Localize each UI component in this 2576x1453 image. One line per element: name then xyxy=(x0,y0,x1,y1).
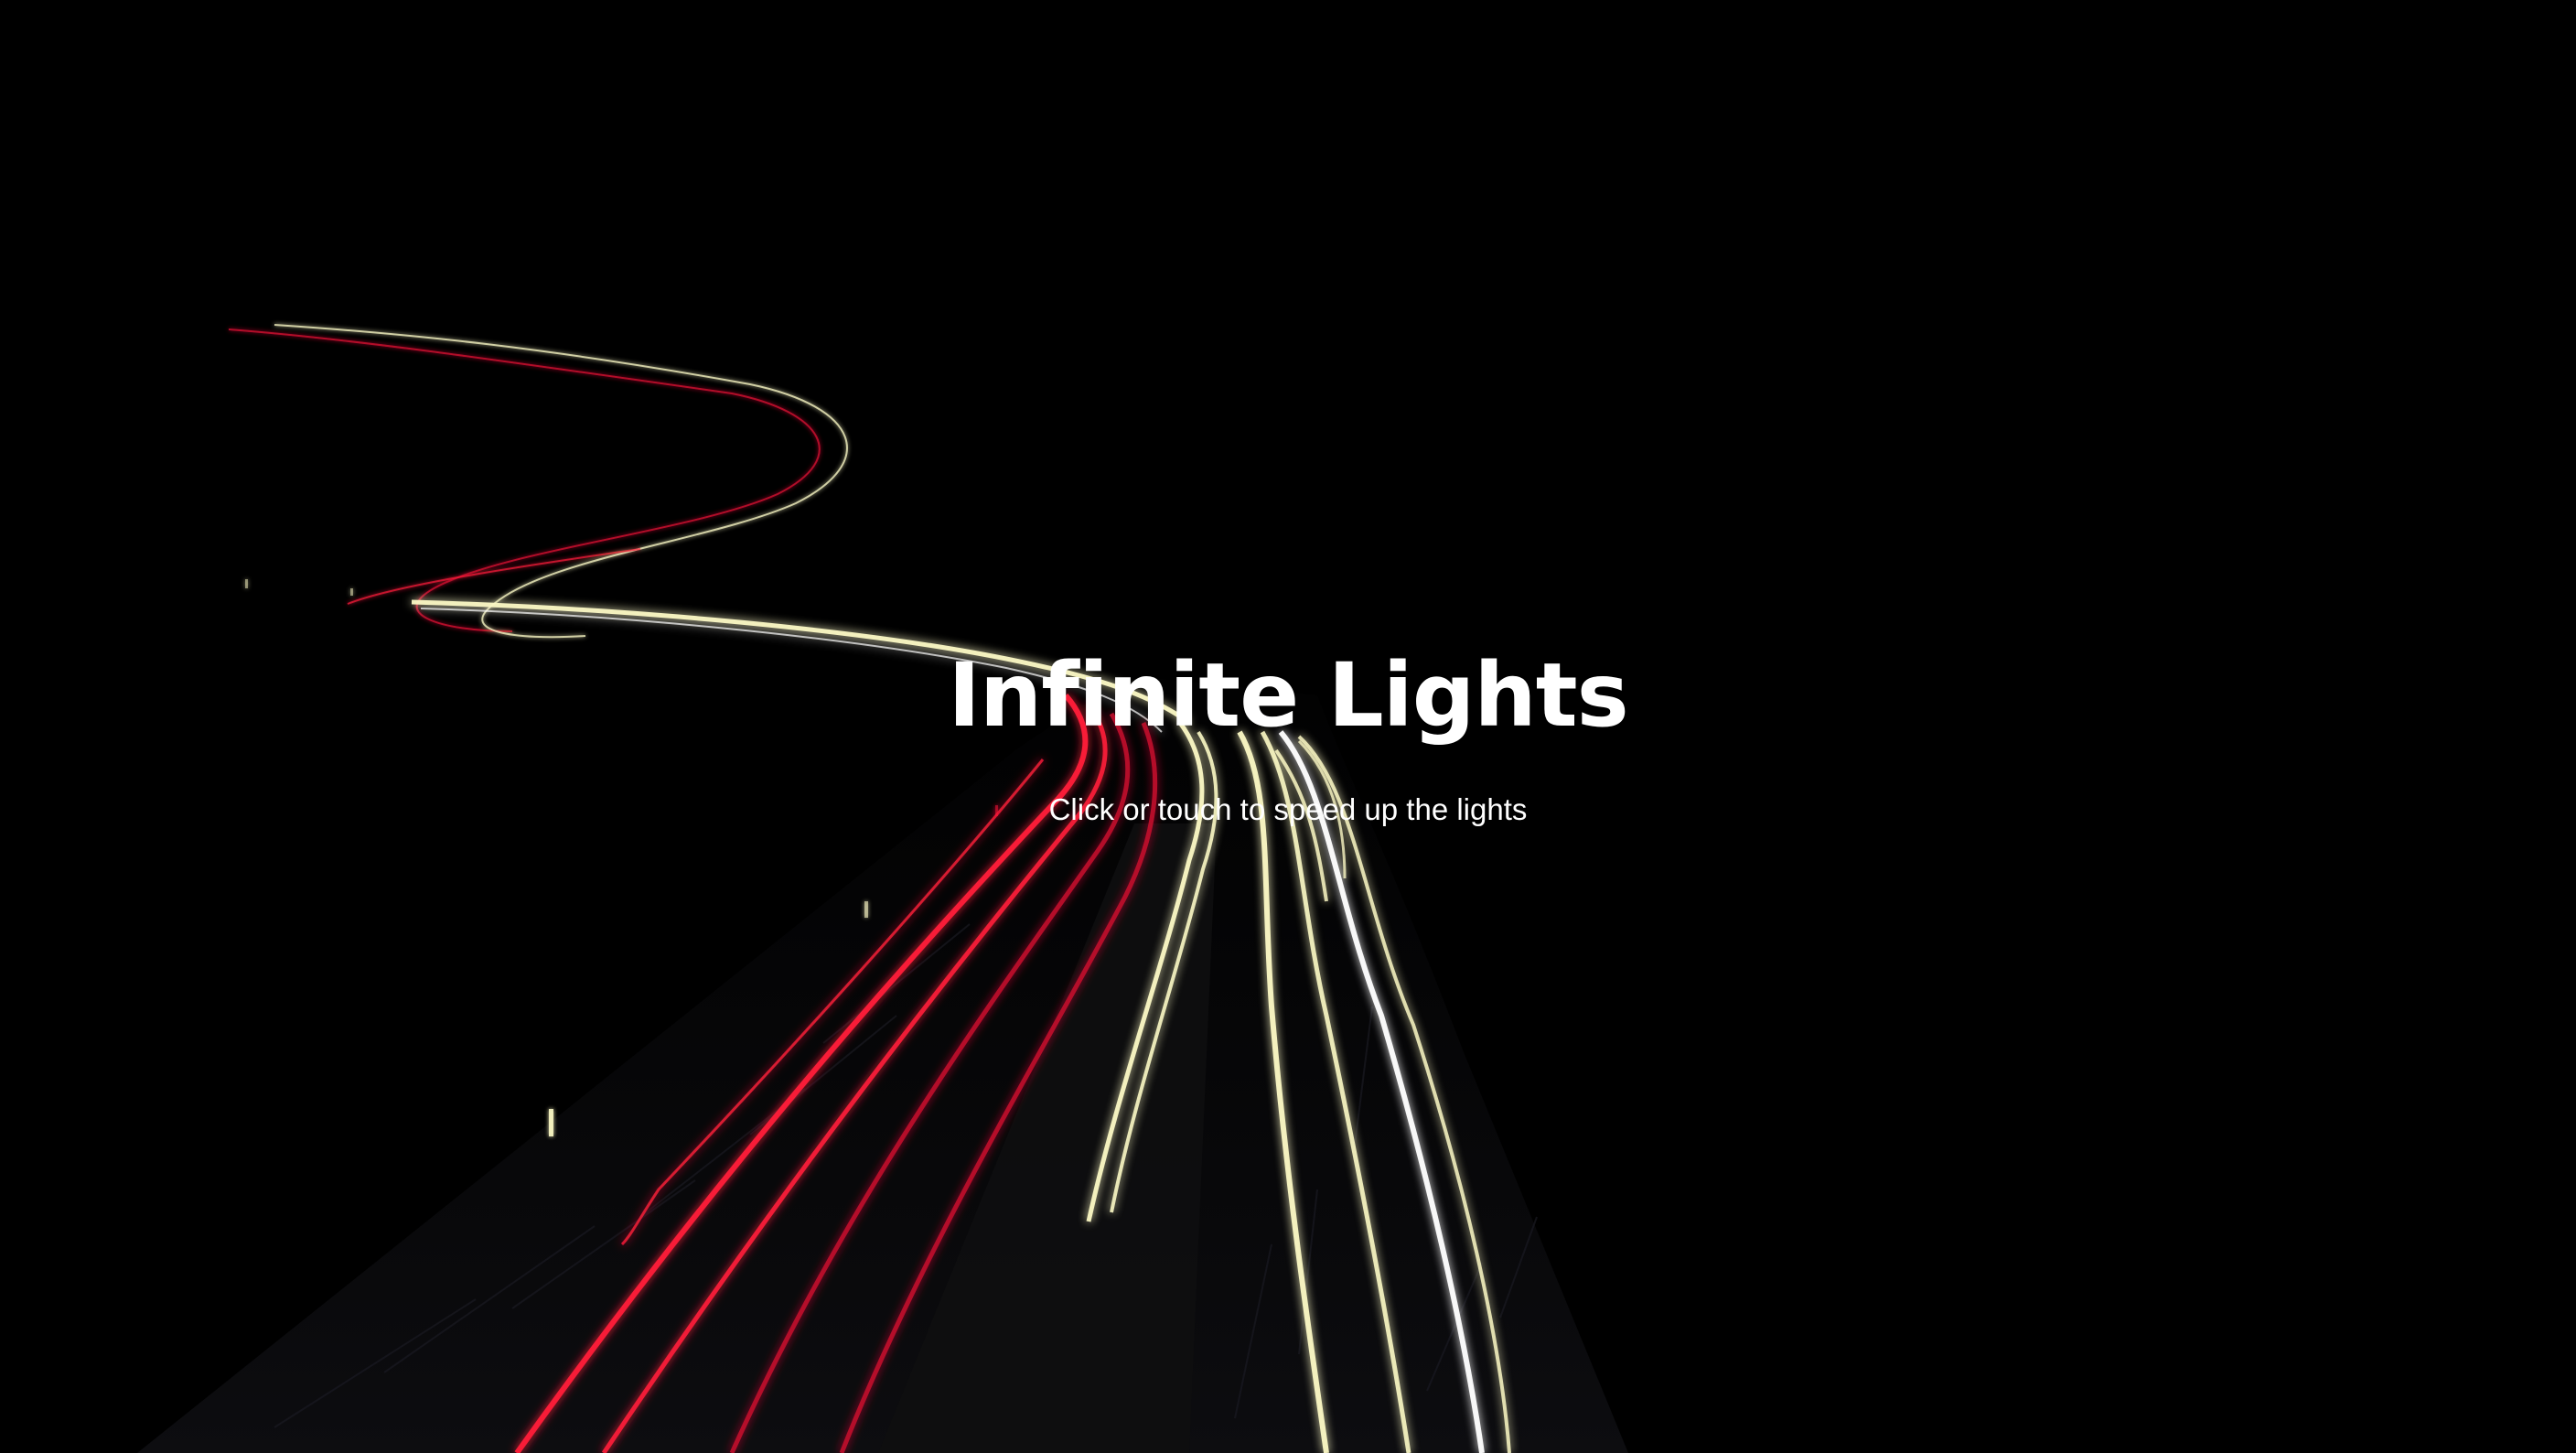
scene-canvas[interactable]: Infinite Lights Click or touch to speed … xyxy=(0,0,2576,1453)
horizon-trail xyxy=(411,599,1191,733)
distant-trails xyxy=(228,324,848,639)
light-trails-scene[interactable] xyxy=(0,0,2576,1453)
